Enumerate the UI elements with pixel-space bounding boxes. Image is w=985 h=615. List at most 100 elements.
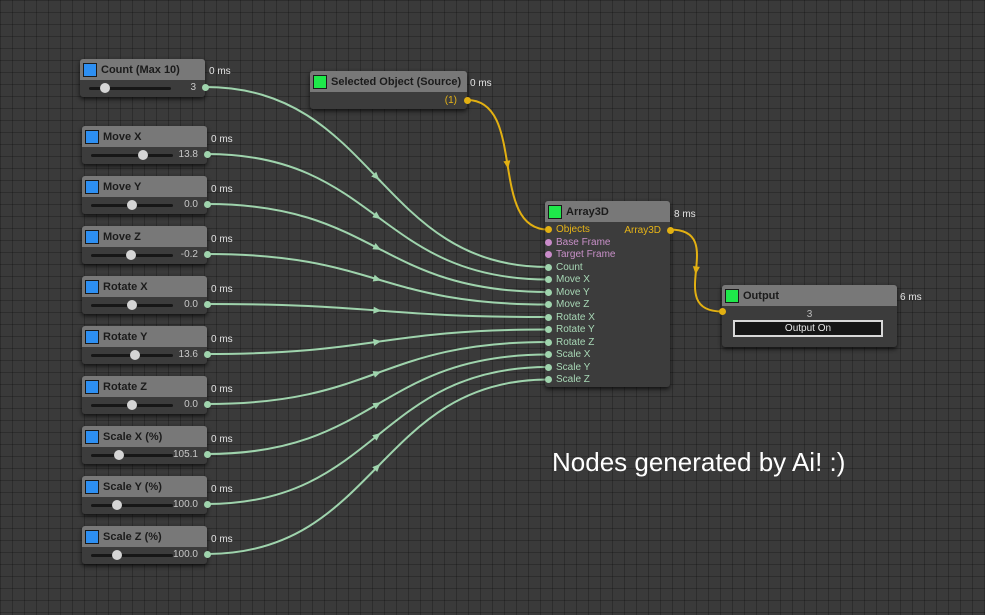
- slider-node[interactable]: Scale Y (%) 100.0: [82, 476, 211, 514]
- slider-value: 13.8: [178, 149, 198, 160]
- slider-value: 100.0: [172, 499, 198, 510]
- slider-output-socket[interactable]: [204, 451, 211, 458]
- slider-thumb[interactable]: [112, 500, 122, 510]
- slider-node-header[interactable]: Scale X (%): [82, 426, 207, 447]
- slider-thumb[interactable]: [130, 350, 140, 360]
- slider-node-title: Rotate Z: [103, 380, 147, 393]
- array3d-input-socket[interactable]: [545, 376, 552, 383]
- slider-node-header[interactable]: Scale Z (%): [82, 526, 207, 547]
- slider-node-title: Move Y: [103, 180, 142, 193]
- array3d-input-socket[interactable]: [545, 326, 552, 333]
- array3d-input-socket[interactable]: [545, 363, 552, 371]
- slider-thumb[interactable]: [127, 400, 137, 410]
- slider-node-time: 0 ms: [211, 184, 233, 195]
- link-wire: [466, 99, 549, 231]
- array3d-output-socket[interactable]: [667, 227, 674, 234]
- slider-node[interactable]: Move Z -0.2: [82, 226, 211, 264]
- slider-output-socket[interactable]: [204, 501, 211, 508]
- link-wire: [669, 228, 723, 313]
- slider-thumb[interactable]: [100, 83, 110, 93]
- slider-output-socket[interactable]: [204, 201, 211, 208]
- output-on-button[interactable]: Output On: [733, 320, 883, 337]
- slider-node-header[interactable]: Rotate Y: [82, 326, 207, 347]
- slider-track[interactable]: [91, 500, 173, 510]
- output-value: 3: [806, 309, 813, 320]
- slider-track[interactable]: [91, 150, 173, 160]
- output-time: 6 ms: [900, 292, 922, 303]
- node-color-icon: [85, 479, 99, 494]
- array3d-input-socket[interactable]: [545, 251, 552, 258]
- slider-node-time: 0 ms: [211, 234, 233, 245]
- slider-node-header[interactable]: Rotate X: [82, 276, 207, 297]
- output-node[interactable]: Output 3 Output On: [719, 285, 897, 347]
- slider-track[interactable]: [91, 550, 173, 560]
- slider-track[interactable]: [91, 250, 173, 260]
- array3d-input-label: Count: [556, 261, 583, 273]
- array3d-input-socket[interactable]: [545, 313, 552, 321]
- slider-output-socket[interactable]: [204, 551, 211, 558]
- slider-node[interactable]: Move X 13.8: [82, 126, 211, 164]
- slider-node-title: Move Z: [103, 230, 141, 243]
- arrowhead-icon: [372, 211, 381, 220]
- slider-thumb[interactable]: [127, 300, 137, 310]
- slider-value: 0.0: [184, 199, 198, 210]
- array3d-node[interactable]: Array3D Objects Base Frame Target Frame Cou…: [545, 201, 674, 387]
- slider-thumb[interactable]: [127, 200, 137, 210]
- array3d-input-socket[interactable]: [545, 351, 552, 358]
- selected-object-output-socket[interactable]: [464, 97, 471, 104]
- slider-value: 0.0: [184, 399, 198, 410]
- array3d-input-socket[interactable]: [545, 238, 552, 246]
- slider-output-socket[interactable]: [204, 351, 211, 358]
- array3d-header[interactable]: Array3D: [545, 201, 670, 222]
- array3d-input-socket[interactable]: [545, 338, 552, 346]
- selected-object-node[interactable]: Selected Object (Source) (1): [310, 71, 471, 109]
- slider-output-socket[interactable]: [204, 301, 211, 308]
- array3d-input-socket[interactable]: [545, 301, 552, 308]
- slider-node-header[interactable]: Move X: [82, 126, 207, 147]
- slider-track[interactable]: [91, 200, 173, 210]
- slider-node[interactable]: Count (Max 10) 3: [80, 59, 209, 97]
- slider-node[interactable]: Rotate Z 0.0: [82, 376, 211, 414]
- slider-node[interactable]: Scale X (%) 105.1: [82, 426, 211, 464]
- slider-track[interactable]: [91, 350, 173, 360]
- slider-thumb[interactable]: [112, 550, 122, 560]
- arrowhead-icon: [372, 463, 381, 473]
- slider-node-title: Scale Y (%): [103, 480, 162, 493]
- slider-node[interactable]: Move Y 0.0: [82, 176, 211, 214]
- slider-track[interactable]: [89, 83, 171, 93]
- slider-node[interactable]: Rotate Y 13.6: [82, 326, 211, 364]
- output-header[interactable]: Output: [722, 285, 897, 306]
- link-wire: [206, 153, 549, 281]
- link-wire: [206, 328, 549, 355]
- array3d-title: Array3D: [566, 205, 609, 218]
- node-color-icon: [85, 129, 99, 144]
- array3d-input-socket[interactable]: [545, 226, 552, 233]
- slider-value: -0.2: [180, 249, 198, 260]
- array3d-input-socket[interactable]: [545, 276, 552, 283]
- slider-node-header[interactable]: Rotate Z: [82, 376, 207, 397]
- slider-thumb[interactable]: [126, 250, 136, 260]
- array3d-input-label: Scale X: [556, 349, 591, 360]
- slider-node-time: 0 ms: [209, 66, 231, 77]
- slider-node-header[interactable]: Scale Y (%): [82, 476, 207, 497]
- slider-node[interactable]: Rotate X 0.0: [82, 276, 211, 314]
- slider-node[interactable]: Scale Z (%) 100.0: [82, 526, 211, 564]
- slider-node-header[interactable]: Move Y: [82, 176, 207, 197]
- slider-track[interactable]: [91, 300, 173, 310]
- selected-object-header[interactable]: Selected Object (Source): [310, 71, 467, 92]
- slider-track[interactable]: [91, 450, 173, 460]
- slider-node-header[interactable]: Count (Max 10): [80, 59, 205, 80]
- array3d-input-socket[interactable]: [545, 263, 552, 271]
- slider-thumb[interactable]: [138, 150, 148, 160]
- slider-output-socket[interactable]: [204, 151, 211, 158]
- slider-body: 13.8: [82, 147, 207, 164]
- array3d-input-label: Move X: [556, 274, 590, 285]
- slider-thumb[interactable]: [114, 450, 124, 460]
- slider-node-header[interactable]: Move Z: [82, 226, 207, 247]
- slider-track[interactable]: [91, 400, 173, 410]
- slider-output-socket[interactable]: [202, 84, 209, 91]
- arrowhead-icon: [372, 402, 381, 410]
- array3d-input-socket[interactable]: [545, 288, 552, 296]
- slider-output-socket[interactable]: [204, 401, 211, 408]
- slider-output-socket[interactable]: [204, 251, 211, 258]
